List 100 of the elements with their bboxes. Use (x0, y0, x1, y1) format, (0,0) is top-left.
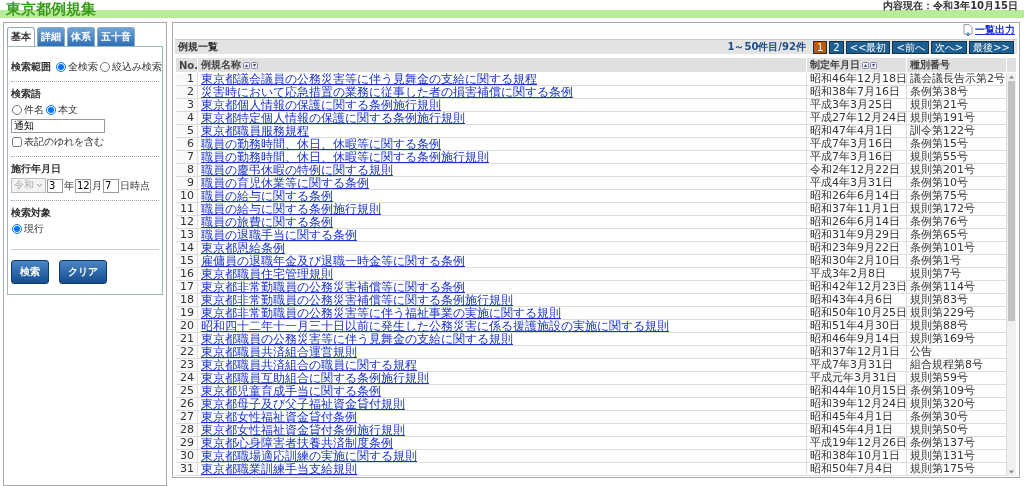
regulation-link[interactable]: 東京都職員共済組合の職員に関する規程 (201, 359, 417, 371)
table-cell: 規則第83号 (906, 293, 1007, 307)
regulation-link[interactable]: 職員の退職手当に関する条例 (201, 229, 357, 241)
column-header[interactable]: 制定年月日 (806, 57, 907, 73)
regulation-link[interactable]: 東京都非常勤職員の公務災害補償等に関する条例 (201, 281, 465, 293)
regulation-link[interactable]: 災害時において応急措置の業務に従事した者の損害補償に関する条例 (201, 86, 573, 98)
regulation-link[interactable]: 東京都女性福祉資金貸付条例施行規則 (201, 424, 405, 436)
table-cell: 平成7年3月16日 (806, 137, 907, 151)
sort-icon[interactable] (243, 62, 258, 69)
table-cell: 平成27年12月24日 (806, 111, 907, 125)
table-cell: 規則第7号 (906, 267, 1007, 281)
field-label: 検索語 (11, 87, 42, 101)
radio-button[interactable] (46, 105, 56, 115)
result-count: 1～50件目/92件 (727, 40, 806, 54)
nav-button[interactable]: 次へ> (930, 40, 968, 54)
regulation-link[interactable]: 職員の慶弔休暇の特例に関する規則 (201, 164, 393, 176)
date-input[interactable]: 3 (47, 178, 63, 193)
nav-button[interactable]: 最後>> (969, 40, 1014, 54)
table-cell: 条例第76号 (906, 215, 1007, 229)
regulation-link[interactable]: 東京都女性福祉資金貸付条例 (201, 411, 357, 423)
radio-button[interactable] (56, 62, 66, 72)
regulation-link[interactable]: 職員の勤務時間、休日、休暇等に関する条例施行規則 (201, 151, 489, 163)
table-cell: 平成7年3月31日 (806, 358, 907, 372)
table-cell: 組合規程第8号 (906, 358, 1007, 372)
table-cell: 条例第65号 (906, 228, 1007, 242)
regulation-link[interactable]: 職員の育児休業等に関する条例 (201, 177, 369, 189)
search-tab[interactable]: 詳細 (37, 27, 65, 46)
regulation-link[interactable]: 東京都心身障害者扶養共済制度条例 (201, 437, 393, 449)
table-cell: 規則第50号 (906, 423, 1007, 437)
keyword-input[interactable]: 通知 (11, 119, 105, 133)
radio-label: 本文 (58, 103, 78, 117)
table-cell: 昭和43年4月6日 (806, 293, 907, 307)
table-cell: 昭和38年7月16日 (806, 85, 907, 99)
radio-button[interactable] (100, 62, 110, 72)
regulation-link[interactable]: 雇傭員の退職年金及び退職一時金等に関する条例 (201, 255, 465, 267)
table-cell: 昭和26年6月14日 (806, 215, 907, 229)
table-cell: 昭和45年4月1日 (806, 423, 907, 437)
nav-button[interactable]: <前へ (892, 40, 929, 54)
regulation-link[interactable]: 職員の給与に関する条例施行規則 (201, 203, 381, 215)
table-cell: 昭和31年9月29日 (806, 228, 907, 242)
table-cell: 条例第38号 (906, 85, 1007, 99)
table-cell: 昭和38年10月1日 (806, 449, 907, 463)
radio-label: 絞込み検索 (112, 60, 162, 74)
regulation-link[interactable]: 東京都恩給条例 (201, 242, 285, 254)
regulation-link[interactable]: 職員の旅費に関する条例 (201, 216, 333, 228)
date-input[interactable]: 12 (75, 178, 91, 193)
table-cell: 条例第101号 (906, 241, 1007, 255)
table-cell: 昭和46年9月14日 (806, 332, 907, 346)
unit-label: 日時点 (120, 178, 150, 193)
regulation-link[interactable]: 昭和四十二年十一月三十日以前に発生した公務災害に係る援護施設の実施に関する規則 (201, 320, 669, 332)
table-cell: 規則第55号 (906, 150, 1007, 164)
regulation-link[interactable]: 東京都職業訓練手当支給規則 (201, 463, 357, 475)
table-cell: 規則第191号 (906, 111, 1007, 125)
radio-button[interactable] (12, 105, 22, 115)
table-cell: 規則第172号 (906, 202, 1007, 216)
scrollbar[interactable] (1007, 73, 1016, 476)
regulation-link[interactable]: 職員の給与に関する条例 (201, 190, 333, 202)
export-link[interactable]: 一覧出力 (975, 23, 1015, 37)
search-button[interactable]: 検索 (11, 260, 49, 284)
search-tab[interactable]: 体系 (67, 27, 95, 46)
page-button[interactable]: 2 (829, 40, 844, 54)
regulation-link[interactable]: 職員の勤務時間、休日、休暇等に関する条例 (201, 138, 441, 150)
regulation-link[interactable]: 東京都職員の公務災害等に伴う見舞金の支給に関する規則 (201, 333, 513, 345)
radio-label: 現行 (24, 222, 44, 236)
regulation-link[interactable]: 東京都非常勤職員の公務災害補償等に関する条例施行規則 (201, 294, 513, 306)
table-cell: 昭和44年10月15日 (806, 384, 907, 398)
regulation-link[interactable]: 東京都職員服務規程 (201, 125, 309, 137)
search-tab[interactable]: 基本 (7, 27, 35, 46)
table-cell: 規則第229号 (906, 306, 1007, 320)
table-cell: 条例第109号 (906, 384, 1007, 398)
table-cell: 規則第21号 (906, 98, 1007, 112)
caret-icon (36, 183, 43, 188)
regulation-link[interactable]: 東京都職員互助組合に関する条例施行規則 (201, 372, 429, 384)
nav-button[interactable]: <<最初 (845, 40, 891, 54)
regulation-link[interactable]: 東京都職場適応訓練の実施に関する規則 (201, 450, 417, 462)
regulation-link[interactable]: 東京都個人情報の保護に関する条例施行規則 (201, 99, 441, 111)
sort-icon[interactable] (862, 62, 877, 69)
regulation-link[interactable]: 東京都非常勤職員の公務災害等に伴う福祉事業の実施に関する規則 (201, 307, 561, 319)
table-cell: 昭和39年12月24日 (806, 397, 907, 411)
table-cell: 規則第131号 (906, 449, 1007, 463)
clear-button[interactable]: クリア (59, 260, 107, 284)
regulation-link[interactable]: 東京都母子及び父子福祉資金貸付規則 (201, 398, 405, 410)
column-header: No. (175, 57, 198, 73)
regulation-link[interactable]: 東京都職員住宅管理規則 (201, 268, 333, 280)
regulation-link[interactable]: 東京都児童育成手当に関する条例 (201, 385, 381, 397)
date-input[interactable]: 7 (103, 178, 119, 193)
regulation-link[interactable]: 東京都職員共済組合運営規則 (201, 346, 357, 358)
table-cell: 議会議長告示第2号 (906, 72, 1007, 86)
regulation-link[interactable]: 東京都特定個人情報の保護に関する条例施行規則 (201, 112, 465, 124)
unit-label: 年 (64, 178, 74, 193)
page-button[interactable]: 1 (812, 40, 828, 54)
radio-label: 全検索 (68, 60, 98, 74)
regulation-link[interactable]: 東京都議会議員の公務災害等に伴う見舞金の支給に関する規程 (201, 73, 537, 85)
checkbox[interactable] (12, 137, 22, 147)
table-cell: 条例第10号 (906, 176, 1007, 190)
table-cell: 条例第75号 (906, 189, 1007, 203)
column-header[interactable]: 例規名称 (197, 57, 807, 73)
scrollbar-thumb[interactable] (1008, 81, 1015, 321)
column-header: 種別番号 (906, 57, 1007, 73)
radio-button[interactable] (12, 224, 22, 234)
